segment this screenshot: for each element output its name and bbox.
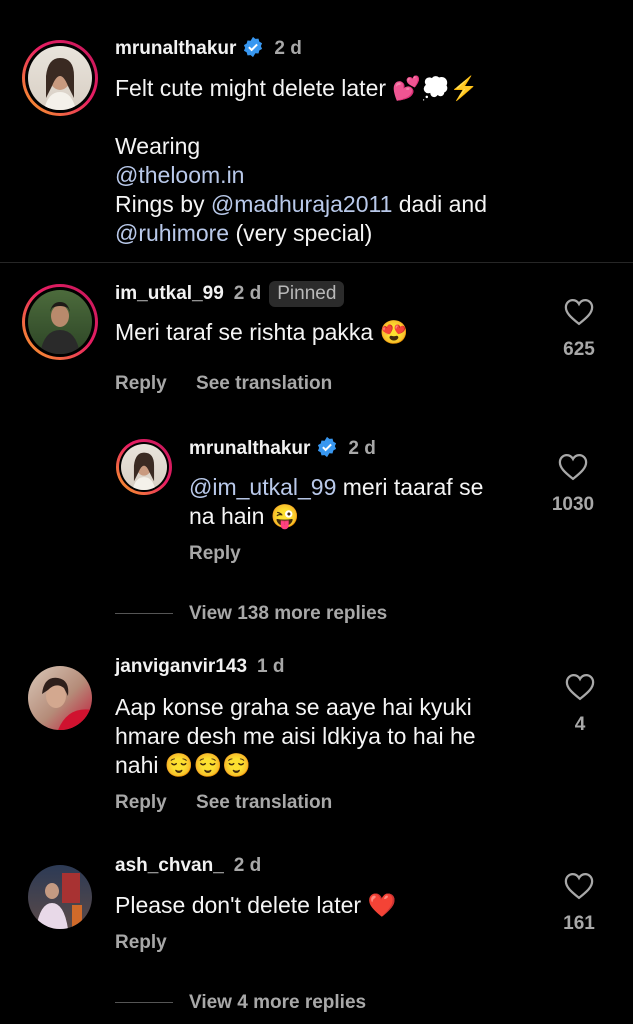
comment-header: im_utkal_99 2 d Pinned (115, 281, 345, 307)
reply-avatar[interactable] (116, 439, 172, 495)
comment-time: 1 d (257, 656, 285, 677)
reply-button[interactable]: Reply (115, 373, 167, 394)
reply-header: mrunalthakur 2 d (189, 436, 376, 460)
comment-text: Aap konse graha se aaye hai kyuki hmare … (115, 693, 535, 780)
like-button[interactable]: 4 (550, 673, 610, 736)
comment-line1: Aap konse graha se aaye hai kyuki (115, 694, 472, 720)
reply-line1: meri taaraf se (336, 474, 484, 500)
comment-header: ash_chvan_ 2 d (115, 855, 261, 877)
reply-like-button[interactable]: 1030 (543, 453, 603, 516)
comment-avatar[interactable] (22, 284, 98, 360)
verified-icon (316, 436, 338, 458)
winking-tongue-emoji: 😜 (270, 503, 300, 529)
caption-username[interactable]: mrunalthakur (115, 38, 236, 59)
comment-line3: nahi (115, 752, 159, 778)
mention-theloom[interactable]: @theloom.in (115, 162, 244, 188)
like-button[interactable]: 625 (549, 298, 609, 361)
see-translation-button[interactable]: See translation (196, 792, 332, 813)
comment-username[interactable]: ash_chvan_ (115, 855, 224, 876)
caption-wearing: Wearing (115, 133, 201, 159)
caption-header: mrunalthakur 2 d (115, 36, 302, 60)
comment-actions: Reply See translation (115, 373, 332, 395)
heart-icon (564, 298, 594, 326)
like-count: 161 (563, 913, 595, 934)
reply-text: @im_utkal_99 meri taaraf se na hain 😜 (189, 473, 529, 531)
view-more-replies-button[interactable]: View 138 more replies (189, 603, 387, 625)
relieved-emoji: 😌😌😌 (164, 752, 251, 778)
comment-header: janviganvir143 1 d (115, 656, 284, 678)
comment-username[interactable]: janviganvir143 (115, 656, 247, 677)
comment-time: 2 d (233, 855, 262, 876)
comment-text: Meri taraf se rishta pakka 😍 (115, 318, 408, 347)
like-button[interactable]: 161 (549, 872, 609, 935)
heart-eyes-emoji: 😍 (379, 319, 409, 345)
heart-icon (558, 453, 588, 481)
caption-text: Felt cute might delete later 💕💭⚡ Wearing… (115, 74, 605, 248)
comment-body: Meri taraf se rishta pakka (115, 319, 374, 345)
comment-actions: Reply See translation (115, 792, 332, 814)
like-count: 625 (563, 339, 595, 360)
mention-ruhimore[interactable]: @ruhimore (115, 220, 229, 246)
reply-button[interactable]: Reply (115, 792, 167, 813)
mention-im-utkal[interactable]: @im_utkal_99 (189, 474, 336, 500)
red-heart-emoji: ❤️ (367, 892, 397, 918)
comment-username[interactable]: im_utkal_99 (115, 283, 224, 304)
replies-divider-line (115, 613, 173, 614)
heart-icon (564, 872, 594, 900)
reply-reply-button[interactable]: Reply (189, 543, 241, 565)
caption-divider (0, 262, 633, 263)
caption-avatar[interactable] (22, 40, 98, 116)
replies-divider-line (115, 1002, 173, 1003)
caption-rings-prefix: Rings by (115, 191, 211, 217)
caption-rings-suffix: dadi and (392, 191, 487, 217)
reply-time: 2 d (348, 438, 376, 459)
comment-time: 2 d (233, 283, 262, 305)
mention-madhuraja[interactable]: @madhuraja2011 (211, 191, 392, 217)
reply-like-count: 1030 (551, 494, 595, 515)
comment-body: Please don't delete later (115, 892, 362, 918)
caption-line1: Felt cute might delete later (115, 75, 387, 101)
comment-line2: hmare desh me aisi ldkiya to hai he (115, 723, 476, 749)
comment-avatar[interactable] (28, 666, 92, 730)
reply-button[interactable]: Reply (115, 932, 167, 954)
verified-icon (242, 36, 264, 58)
reply-line2: na hain (189, 503, 265, 529)
heart-icon (565, 673, 595, 701)
reply-username[interactable]: mrunalthakur (189, 438, 310, 459)
comment-text: Please don't delete later ❤️ (115, 891, 396, 920)
comment-avatar[interactable] (28, 865, 92, 929)
pinned-badge: Pinned (269, 281, 345, 307)
like-count: 4 (574, 714, 586, 735)
caption-time: 2 d (274, 38, 302, 59)
caption-emoji: 💕💭⚡ (392, 75, 479, 101)
view-more-replies-button[interactable]: View 4 more replies (189, 992, 366, 1014)
see-translation-button[interactable]: See translation (196, 373, 332, 394)
caption-ruhi-suffix: (very special) (229, 220, 373, 246)
